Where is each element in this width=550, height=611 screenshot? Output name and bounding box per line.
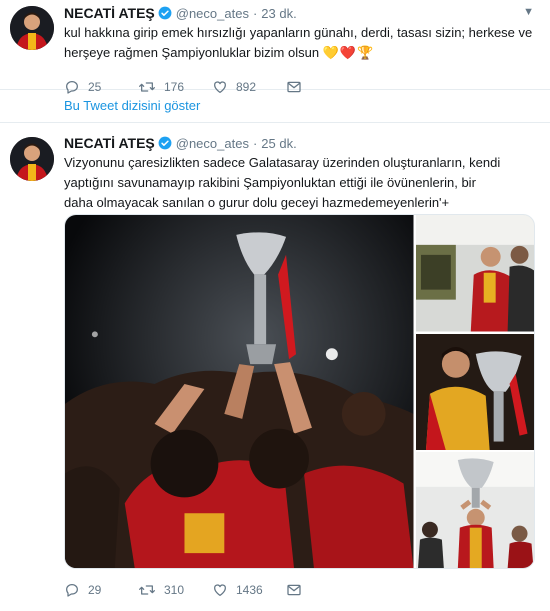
reply-button[interactable]: 25 xyxy=(64,79,138,95)
tweet-actions: 25 176 892 xyxy=(64,77,538,97)
tweet[interactable]: ▼ NECATİ ATEŞ @neco_ates · 23 dk. kul ha… xyxy=(0,0,550,94)
tweet-media-grid xyxy=(64,214,535,569)
timestamp[interactable]: 23 dk. xyxy=(261,6,296,21)
retweet-button[interactable]: 176 xyxy=(138,79,212,95)
reply-icon xyxy=(64,79,80,95)
media-photo-celebration[interactable] xyxy=(415,452,534,568)
like-button[interactable]: 892 xyxy=(212,79,286,95)
retweet-button[interactable]: 310 xyxy=(138,582,212,598)
avatar[interactable] xyxy=(10,6,54,50)
retweet-icon xyxy=(138,582,156,598)
retweet-count: 176 xyxy=(164,80,185,94)
like-count: 892 xyxy=(236,80,257,94)
reply-icon xyxy=(64,582,80,598)
verified-icon xyxy=(158,136,172,150)
like-button[interactable]: 1436 xyxy=(212,582,286,598)
tweet-text-body: kul hakkına girip emek hırsızlığı yapanl… xyxy=(64,25,533,60)
author-name[interactable]: NECATİ ATEŞ xyxy=(64,5,155,21)
tweet[interactable]: NECATİ ATEŞ @neco_ates · 25 dk. Vizyonun… xyxy=(0,123,550,609)
author-name[interactable]: NECATİ ATEŞ xyxy=(64,135,155,151)
direct-message-button[interactable] xyxy=(286,582,360,598)
retweet-count: 310 xyxy=(164,583,185,597)
media-photo-trophy-lift[interactable] xyxy=(65,215,414,568)
media-photo-locker-room[interactable] xyxy=(415,215,534,332)
reply-count: 25 xyxy=(88,80,102,94)
chevron-down-icon[interactable]: ▼ xyxy=(523,6,534,18)
message-icon xyxy=(286,79,302,95)
author-handle[interactable]: @neco_ates xyxy=(176,136,249,151)
separator: · xyxy=(252,135,258,151)
tweet-text: Vizyonunu çaresizlikten sadece Galatasar… xyxy=(64,155,501,210)
media-photo-trophy-player[interactable] xyxy=(415,333,534,450)
verified-icon xyxy=(158,6,172,20)
message-icon xyxy=(286,582,302,598)
tweet-actions: 29 310 1436 xyxy=(64,580,360,600)
author-handle[interactable]: @neco_ates xyxy=(176,6,249,21)
tweet-text: kul hakkına girip emek hırsızlığı yapanl… xyxy=(64,23,534,63)
like-count: 1436 xyxy=(236,583,263,597)
like-icon xyxy=(212,79,228,95)
like-icon xyxy=(212,582,228,598)
direct-message-button[interactable] xyxy=(286,79,360,95)
retweet-icon xyxy=(138,79,156,95)
separator: · xyxy=(252,5,258,21)
reply-count: 29 xyxy=(88,583,102,597)
tweet-emoji: 💛❤️🏆 xyxy=(322,45,375,60)
timeline: ▼ NECATİ ATEŞ @neco_ates · 23 dk. kul ha… xyxy=(0,0,550,611)
media-side-column xyxy=(415,215,534,568)
timestamp[interactable]: 25 dk. xyxy=(261,136,296,151)
avatar[interactable] xyxy=(10,137,54,181)
reply-button[interactable]: 29 xyxy=(64,582,138,598)
